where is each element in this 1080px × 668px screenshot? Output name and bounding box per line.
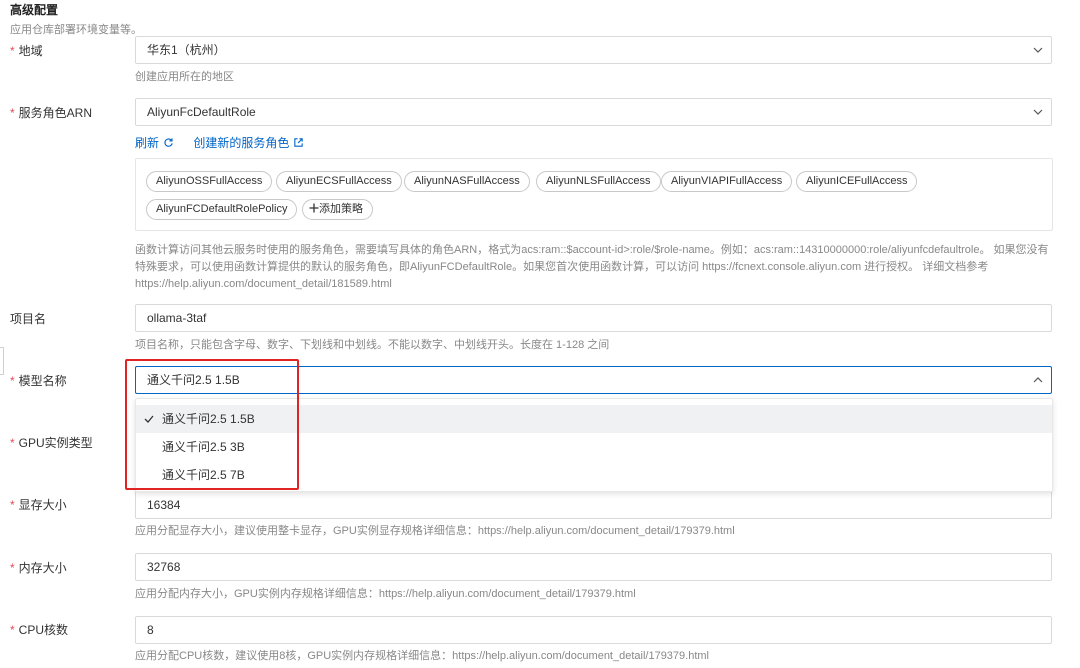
policy-tag[interactable]: AliyunNLSFullAccess (536, 171, 661, 192)
region-value: 华东1（杭州） (147, 43, 226, 57)
gpu-type-label: * GPU实例类型 (10, 436, 93, 450)
policy-tag[interactable]: AliyunVIAPIFullAccess (661, 171, 793, 192)
section-title: 高级配置 (10, 3, 59, 17)
gpu-memory-input[interactable]: 16384 (135, 491, 1052, 519)
section-description: 应用仓库部署环境变量等。 (10, 24, 142, 36)
policy-tag[interactable]: AliyunNASFullAccess (404, 171, 530, 192)
cpu-input[interactable]: 8 (135, 616, 1052, 644)
required-mark: * (10, 498, 15, 512)
memory-label: * 内存大小 (10, 561, 67, 575)
project-help: 项目名称，只能包含字母、数字、下划线和中划线。不能以数字、中划线开头。长度在 1… (135, 339, 610, 351)
refresh-icon (164, 138, 173, 147)
annotation-highlight-box (125, 359, 299, 490)
required-mark: * (10, 44, 15, 58)
plus-icon (309, 203, 319, 213)
gpu-memory-value: 16384 (147, 498, 181, 512)
memory-value: 32768 (147, 560, 181, 574)
role-help: 函数计算访问其他云服务时使用的服务角色，需要填写具体的角色ARN，格式为acs:… (135, 244, 1049, 290)
region-label: * 地域 (10, 44, 43, 58)
add-policy-button[interactable]: 添加策略 (302, 199, 373, 220)
cpu-value: 8 (147, 623, 154, 637)
cpu-label: * CPU核数 (10, 623, 69, 637)
policy-tag[interactable]: AliyunICEFullAccess (796, 171, 918, 192)
region-select[interactable]: 华东1（杭州） (135, 36, 1052, 64)
role-value: AliyunFcDefaultRole (147, 105, 256, 119)
memory-input[interactable]: 32768 (135, 553, 1052, 581)
required-mark: * (10, 436, 15, 450)
chevron-down-icon (1033, 47, 1043, 53)
memory-help: 应用分配内存大小，GPU实例内存规格详细信息：https://help.aliy… (135, 588, 636, 600)
project-value: ollama-3taf (147, 311, 207, 325)
policy-tag[interactable]: AliyunFCDefaultRolePolicy (146, 199, 298, 220)
required-mark: * (10, 561, 15, 575)
refresh-link[interactable]: 刷新 (135, 134, 174, 151)
project-label: 项目名 (10, 312, 47, 326)
role-select[interactable]: AliyunFcDefaultRole (135, 98, 1052, 126)
role-label: * 服务角色ARN (10, 106, 93, 120)
project-name-input[interactable]: ollama-3taf (135, 304, 1052, 332)
chevron-up-icon (1033, 377, 1043, 383)
required-mark: * (10, 106, 15, 120)
model-label: * 模型名称 (10, 374, 67, 388)
chevron-down-icon (1033, 109, 1043, 115)
region-help: 创建应用所在的地区 (135, 71, 234, 83)
external-link-icon (294, 138, 304, 147)
role-actions: 刷新 创建新的服务角色 (135, 134, 304, 151)
policy-tag[interactable]: AliyunOSSFullAccess (146, 171, 273, 192)
required-mark: * (10, 374, 15, 388)
gpu-memory-help: 应用分配显存大小，建议使用整卡显存，GPU实例显存规格详细信息：https://… (135, 525, 735, 537)
policy-list: AliyunOSSFullAccess AliyunECSFullAccess … (135, 158, 1053, 231)
gpu-memory-label: * 显存大小 (10, 498, 67, 512)
required-mark: * (10, 623, 15, 637)
side-panel-handle[interactable] (0, 347, 4, 375)
policy-tag[interactable]: AliyunECSFullAccess (276, 171, 402, 192)
create-role-link[interactable]: 创建新的服务角色 (193, 134, 304, 151)
cpu-help: 应用分配CPU核数，建议使用8核，GPU实例内存规格详细信息：https://h… (135, 650, 710, 662)
